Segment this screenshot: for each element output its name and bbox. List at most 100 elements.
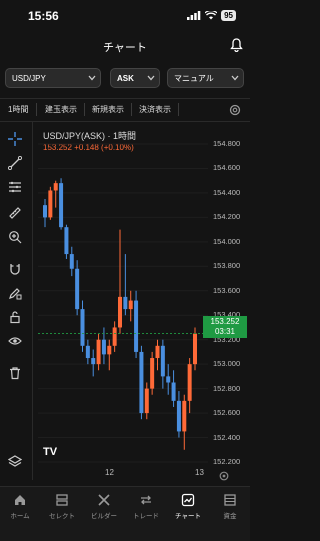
mode-select-value: マニュアル: [174, 74, 214, 83]
trendline-icon: [8, 156, 22, 170]
crosshair-tool[interactable]: [6, 130, 24, 148]
side-select-value: ASK: [117, 74, 134, 83]
tab-divider: [178, 103, 179, 116]
fib-lines-icon: [9, 181, 21, 193]
nav-select[interactable]: セレクト: [42, 493, 82, 520]
chart-settings-icon[interactable]: [218, 470, 230, 482]
candle-body: [48, 190, 53, 218]
nav-chart[interactable]: チャート: [168, 493, 208, 520]
candle-body: [139, 351, 144, 414]
magnet-tool[interactable]: [6, 260, 24, 278]
side-select[interactable]: ASK: [110, 68, 160, 88]
candle-body: [155, 345, 160, 359]
pair-select-value: USD/JPY: [12, 74, 46, 83]
nav-chart-label: チャート: [175, 513, 201, 520]
nav-builder[interactable]: ビルダー: [84, 493, 124, 520]
candle-body: [182, 400, 187, 432]
lock-drawing-tool[interactable]: [6, 284, 24, 302]
tab-interval[interactable]: 1時間: [8, 104, 28, 115]
unlock-icon: [10, 311, 20, 324]
candle-body: [75, 268, 80, 310]
candle-body: [112, 327, 117, 346]
candle-body: [187, 364, 192, 401]
x-axis-tick-label: 12: [105, 468, 114, 477]
y-axis-tick-label: 154.400: [213, 187, 241, 197]
y-axis-tick-label: 152.600: [213, 408, 241, 418]
chevron-down-icon: [231, 75, 239, 81]
current-price-tag: 153.252 03:31: [203, 316, 247, 338]
layers-tool[interactable]: [6, 452, 24, 470]
current-price: 153.252: [210, 317, 240, 326]
select-icon: [56, 494, 68, 506]
candle-body: [123, 296, 128, 310]
candle-body: [107, 345, 112, 355]
visibility-tool[interactable]: [6, 332, 24, 350]
candle-body: [144, 388, 149, 414]
fib-tool[interactable]: [6, 178, 24, 196]
candle-body: [80, 309, 85, 346]
ruler-icon: [9, 207, 21, 219]
bell-icon[interactable]: [230, 38, 243, 52]
drawing-toolbar: [0, 122, 33, 480]
x-axis-tick-label: 13: [195, 468, 204, 477]
tab-settlements[interactable]: 決済表示: [139, 104, 171, 115]
battery-indicator: 95: [221, 10, 236, 21]
zoom-tool[interactable]: [6, 228, 24, 246]
lock-tool[interactable]: [6, 308, 24, 326]
zoom-in-icon: [9, 231, 22, 244]
wifi-icon: [205, 11, 218, 20]
chevron-down-icon: [147, 75, 155, 81]
tab-new-orders[interactable]: 新規表示: [92, 104, 124, 115]
chart-panel[interactable]: USD/JPY(ASK) · 1時間 153.252 +0.148 (+0.10…: [33, 122, 250, 482]
pencil-lock-icon: [9, 288, 22, 300]
candle-body: [96, 339, 101, 365]
candle-body: [176, 400, 181, 432]
delete-tool[interactable]: [6, 364, 24, 382]
chevron-down-icon: [88, 75, 96, 81]
y-axis-tick-label: 152.400: [213, 432, 241, 442]
builder-icon: [98, 494, 110, 506]
trash-icon: [10, 367, 20, 380]
magnet-icon: [10, 264, 20, 275]
pair-select[interactable]: USD/JPY: [5, 68, 101, 88]
candlestick-chart[interactable]: [33, 122, 250, 480]
y-axis-tick-label: 153.800: [213, 261, 241, 271]
tab-positions[interactable]: 建玉表示: [45, 104, 77, 115]
candle-body: [128, 300, 133, 310]
trendline-tool[interactable]: [6, 154, 24, 172]
candle-body: [53, 183, 58, 191]
candle-body: [101, 339, 106, 355]
candle-body: [118, 296, 122, 328]
candle-body: [43, 205, 47, 218]
candle-body: [64, 227, 69, 255]
candle-body: [134, 300, 139, 352]
crosshair-icon: [8, 132, 22, 146]
home-icon: [15, 495, 25, 505]
y-axis-tick-label: 154.800: [213, 139, 241, 148]
y-axis-tick-label: 154.600: [213, 163, 241, 173]
nav-funds-label: 資金: [223, 513, 237, 520]
header: チャート: [0, 32, 250, 62]
candle-countdown: 03:31: [214, 327, 236, 336]
nav-funds[interactable]: 資金: [210, 493, 250, 520]
status-bar: 15:56 95: [0, 0, 250, 32]
tab-divider: [36, 103, 37, 116]
y-axis-tick-label: 152.200: [213, 457, 241, 466]
nav-home[interactable]: ホーム: [0, 493, 40, 520]
candle-body: [91, 358, 96, 365]
candle-body: [85, 345, 90, 359]
nav-trade-label: トレード: [133, 513, 159, 520]
candle-body: [160, 345, 165, 377]
candle-body: [59, 183, 64, 228]
mode-select[interactable]: マニュアル: [167, 68, 244, 88]
y-axis-tick-label: 154.200: [213, 212, 241, 222]
nav-trade[interactable]: トレード: [126, 493, 166, 520]
nav-builder-label: ビルダー: [91, 513, 117, 520]
status-time: 15:56: [28, 9, 59, 23]
ruler-tool[interactable]: [6, 204, 24, 222]
settings-icon[interactable]: [228, 103, 242, 117]
tab-divider: [131, 103, 132, 116]
selector-row: USD/JPY ASK マニュアル: [0, 68, 250, 90]
eye-icon: [8, 337, 22, 345]
candle-body: [193, 333, 197, 365]
